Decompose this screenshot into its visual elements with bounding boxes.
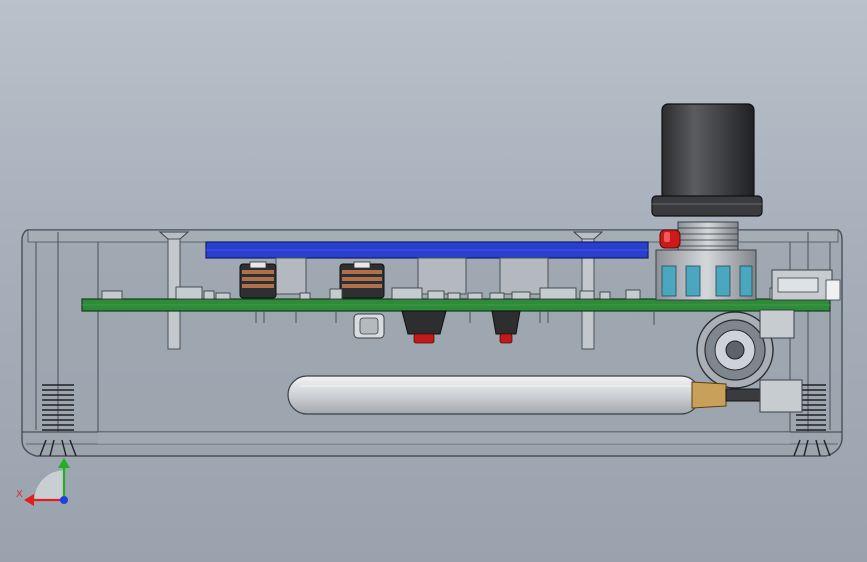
coordinate-triad: X [16,458,70,506]
inductor-2[interactable] [339,261,385,299]
audio-jack[interactable] [353,313,385,339]
knob[interactable] [651,103,763,217]
usb-connector[interactable] [771,269,841,301]
pcb[interactable] [81,298,831,312]
display-module[interactable] [205,241,649,259]
inductor-1[interactable] [239,261,277,299]
x-axis-label: X [16,489,23,500]
led [659,229,681,249]
cad-viewport[interactable]: X [0,0,867,562]
